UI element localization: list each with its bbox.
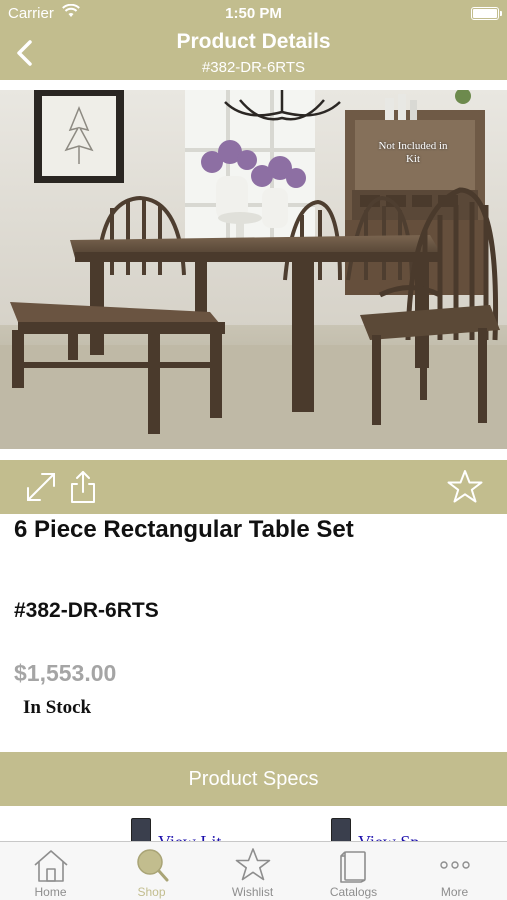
clock: 1:50 PM <box>225 5 282 22</box>
favorite-star-icon[interactable] <box>446 468 484 506</box>
document-links: View Lit... View Sp... <box>0 806 507 842</box>
divider <box>0 80 507 90</box>
tab-label: Shop <box>137 885 166 899</box>
document-icon <box>131 818 151 842</box>
tab-catalogs[interactable]: Catalogs <box>303 842 404 900</box>
not-included-note: Not Included in Kit <box>378 140 448 165</box>
product-name: 6 Piece Rectangular Table Set <box>14 516 354 543</box>
status-bar: Carrier 1:50 PM <box>0 0 507 26</box>
document-icon <box>331 818 351 842</box>
star-icon <box>235 848 271 881</box>
tab-bar: Home Shop Wishlist Catalogs More <box>0 841 507 900</box>
tab-more[interactable]: More <box>404 842 505 900</box>
expand-icon[interactable] <box>22 468 60 506</box>
tab-wishlist[interactable]: Wishlist <box>202 842 303 900</box>
product-specs-button[interactable]: Product Specs <box>0 752 507 806</box>
product-sku: #382-DR-6RTS <box>14 599 159 622</box>
home-icon <box>34 850 68 882</box>
tab-home[interactable]: Home <box>0 842 101 900</box>
image-action-bar <box>0 460 507 514</box>
product-image: Not Included in Kit <box>0 90 507 449</box>
tab-label: More <box>440 885 469 899</box>
more-icon <box>440 861 470 869</box>
battery-icon <box>471 7 502 20</box>
navigation-bar: Product Details #382-DR-6RTS <box>0 26 507 80</box>
book-icon <box>340 851 366 883</box>
tab-label: Catalogs <box>329 885 378 899</box>
search-icon <box>137 849 169 882</box>
product-price: $1,553.00 <box>14 660 117 686</box>
tab-label: Home <box>34 885 67 899</box>
page-title: Product Details <box>176 30 331 53</box>
tab-shop[interactable]: Shop <box>101 842 202 900</box>
tab-label: Wishlist <box>231 885 274 899</box>
share-icon[interactable] <box>64 468 102 506</box>
stock-status: In Stock <box>23 697 92 718</box>
page-subtitle: #382-DR-6RTS <box>201 59 306 76</box>
